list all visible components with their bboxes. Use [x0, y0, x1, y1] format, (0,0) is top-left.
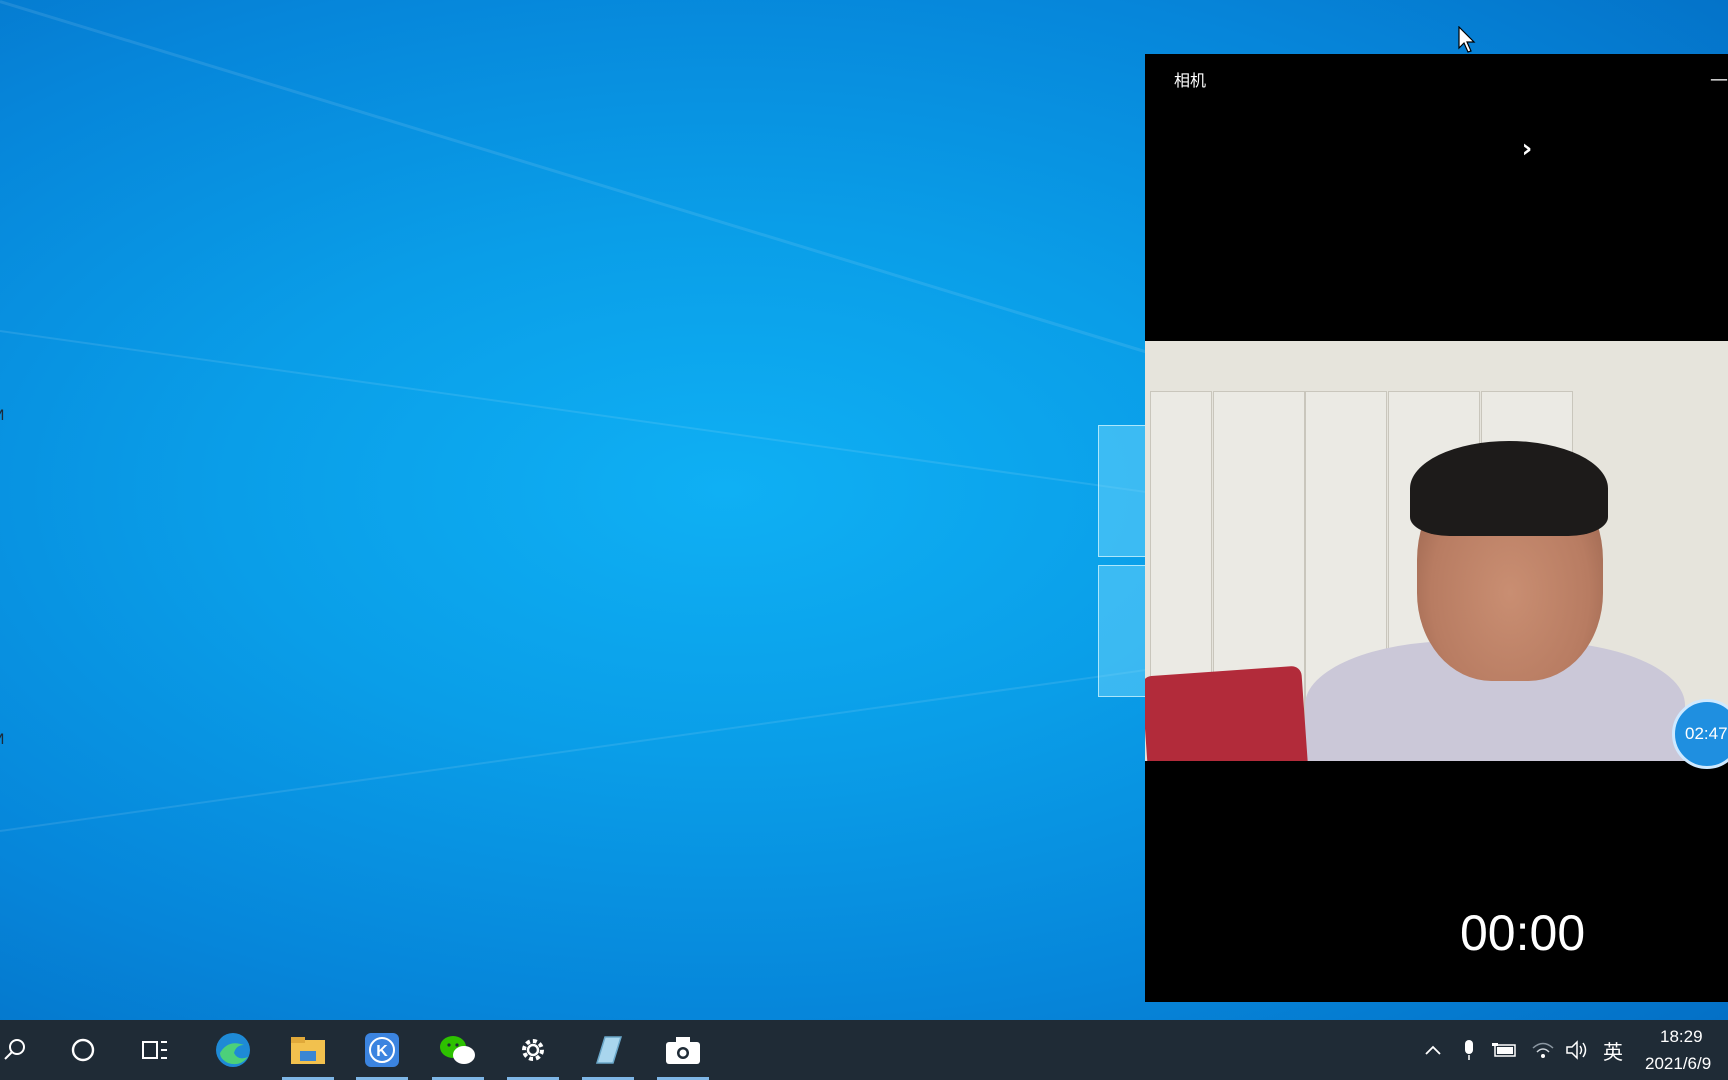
desktop-icon-label[interactable]: И [0, 732, 4, 748]
settings-icon[interactable] [503, 1020, 563, 1080]
mouse-cursor-icon [1458, 26, 1476, 53]
battery-icon[interactable] [1490, 1020, 1520, 1080]
camera-preview [1145, 341, 1728, 761]
minimize-button[interactable]: — [1688, 54, 1728, 104]
cortana-icon[interactable] [58, 1020, 108, 1080]
chevron-right-icon[interactable]: › [1512, 134, 1542, 164]
camera-window: 相机 — › 02:47 00:00 [1145, 54, 1728, 1002]
light-beam [0, 663, 1189, 832]
desktop-icon-label[interactable]: И [0, 408, 4, 424]
volume-icon[interactable] [1562, 1020, 1592, 1080]
camera-icon[interactable] [653, 1020, 713, 1080]
notepad-icon[interactable] [578, 1020, 638, 1080]
microphone-icon[interactable] [1456, 1020, 1482, 1080]
person-hair [1410, 441, 1608, 536]
search-icon[interactable] [0, 1020, 40, 1080]
windows-logo-pane [1098, 565, 1150, 697]
svg-text:K: K [376, 1043, 388, 1060]
clock-time[interactable]: 18:29 [1660, 1027, 1703, 1047]
edge-icon[interactable] [208, 1020, 258, 1080]
windows-logo-pane [1098, 425, 1150, 557]
wechat-icon[interactable] [428, 1020, 488, 1080]
light-beam [0, 0, 1340, 413]
wifi-icon[interactable] [1528, 1020, 1558, 1080]
light-beam [0, 330, 1189, 499]
phone-in-hand [1145, 665, 1309, 761]
window-title: 相机 [1174, 73, 1207, 90]
taskbar: K 英 18:29 2021/6/9 [0, 1020, 1728, 1080]
chevron-up-icon[interactable] [1420, 1020, 1446, 1080]
recording-time: 00:00 [1460, 905, 1586, 961]
ime-indicator[interactable]: 英 [1598, 1020, 1628, 1080]
k-app-icon[interactable]: K [352, 1020, 412, 1080]
clock-date[interactable]: 2021/6/9 [1645, 1054, 1711, 1074]
task-view-icon[interactable] [130, 1020, 180, 1080]
file-explorer-icon[interactable] [278, 1020, 338, 1080]
